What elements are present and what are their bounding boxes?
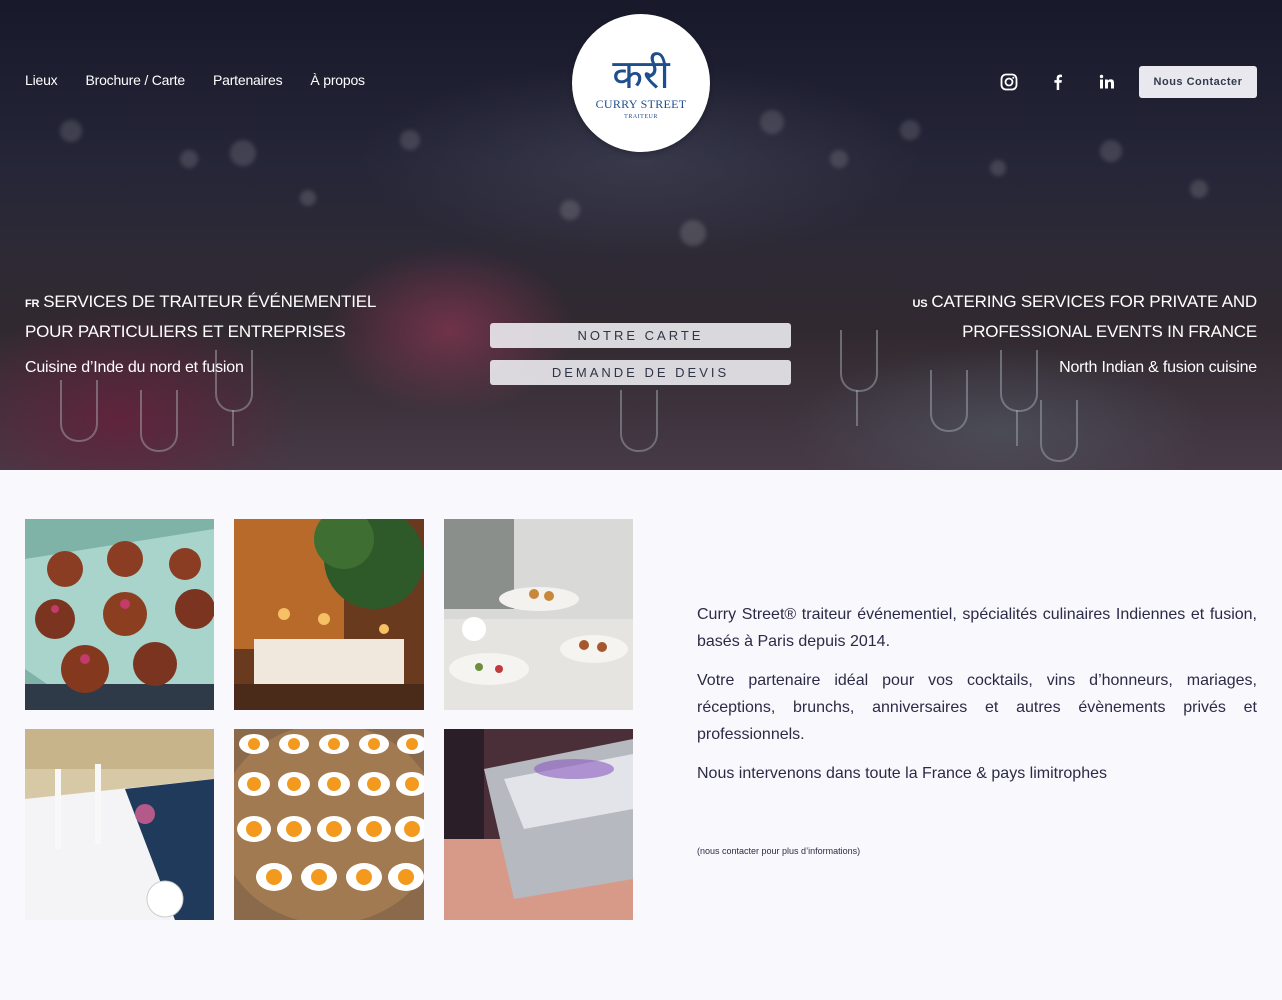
hero-tagline-us: North Indian & fusion cuisine	[1059, 359, 1257, 376]
hero-heading-fr: FR SERVICES DE TRAITEUR ÉVÉNEMENTIEL POUR…	[25, 288, 376, 345]
intro-paragraph-3: Nous intervenons dans toute la France & …	[697, 765, 1107, 782]
quote-button[interactable]: DEMANDE DE DEVIS	[490, 360, 791, 385]
logo[interactable]: करी CURRY STREET TRAITEUR	[572, 14, 710, 152]
nav-item-a-propos[interactable]: À propos	[310, 72, 365, 88]
intro-paragraph-2: Votre partenaire idéal pour vos cocktail…	[697, 672, 1257, 743]
photo-appetizer-spoons[interactable]	[234, 729, 424, 920]
hero-fr-line1: SERVICES DE TRAITEUR ÉVÉNEMENTIEL	[43, 292, 377, 311]
photo-garden-dinner[interactable]	[234, 519, 424, 710]
logo-subtitle: TRAITEUR	[624, 113, 658, 120]
flag-fr: FR	[25, 298, 40, 310]
contact-note: (nous contacter pour plus d’informations…	[697, 846, 861, 856]
menu-button[interactable]: NOTRE CARTE	[490, 323, 791, 348]
photo-buffet[interactable]	[444, 519, 633, 710]
instagram-icon[interactable]	[999, 72, 1019, 92]
photo-canapes[interactable]	[25, 519, 214, 710]
nav-item-partenaires[interactable]: Partenaires	[213, 72, 283, 88]
logo-script: करी	[612, 51, 670, 98]
logo-brand: CURRY STREET	[595, 96, 687, 111]
facebook-icon[interactable]	[1048, 72, 1068, 92]
intro-paragraph-1: Curry Street® traiteur événementiel, spé…	[697, 606, 1257, 650]
hero-fr-line2: POUR PARTICULIERS ET ENTREPRISES	[25, 322, 346, 341]
hero-us-line1: CATERING SERVICES FOR PRIVATE AND	[931, 292, 1257, 311]
hero-tagline-fr: Cuisine d’Inde du nord et fusion	[25, 359, 244, 376]
nav-item-lieux[interactable]: Lieux	[25, 72, 58, 88]
hero-us-line2: PROFESSIONAL EVENTS IN FRANCE	[962, 322, 1257, 341]
photo-banquet-hall[interactable]	[25, 729, 214, 920]
flag-us: US	[912, 298, 928, 310]
main-nav: Lieux Brochure / Carte Partenaires À pro…	[25, 72, 365, 88]
nav-item-brochure[interactable]: Brochure / Carte	[85, 72, 185, 88]
contact-button[interactable]: Nous Contacter	[1139, 66, 1257, 98]
linkedin-icon[interactable]	[1097, 72, 1117, 92]
hero-heading-us: US CATERING SERVICES FOR PRIVATE AND PROF…	[912, 288, 1258, 345]
photo-chafing-dish[interactable]	[444, 729, 633, 920]
